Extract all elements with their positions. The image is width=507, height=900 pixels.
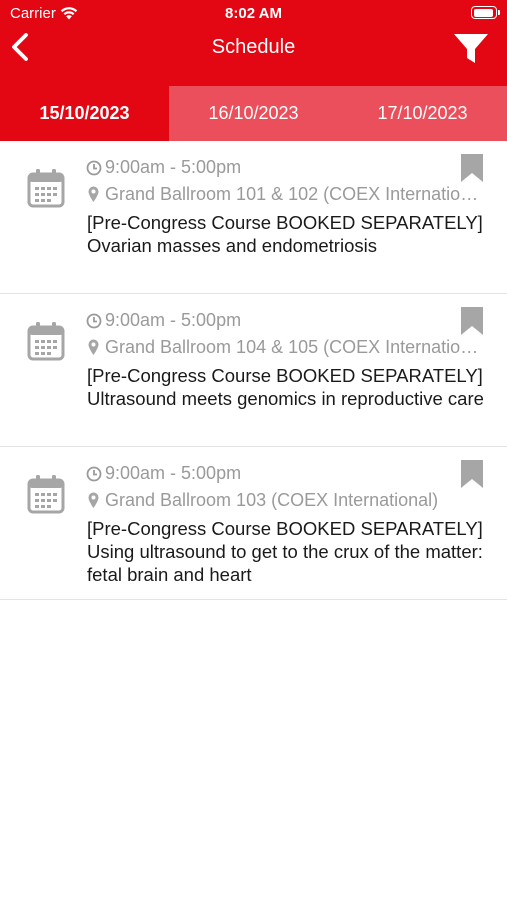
session-item[interactable]: 9:00am - 5:00pm Grand Ballroom 103 (COEX… [0,447,507,600]
session-location: Grand Ballroom 103 (COEX International) [88,490,488,511]
session-location-text: Grand Ballroom 101 & 102 (COEX Internati… [105,184,488,204]
page-title: Schedule [211,36,296,58]
status-time: 8:02 AM [225,5,282,22]
calendar-icon [27,475,65,514]
location-pin-icon [88,339,99,355]
bookmark-icon[interactable] [461,154,483,182]
calendar-icon [27,322,65,361]
calendar-icon [27,169,65,208]
session-time: 9:00am - 5:00pm [86,463,241,484]
bookmark-icon[interactable] [461,460,483,488]
session-time: 9:00am - 5:00pm [86,310,241,331]
tab-15-10-2023[interactable]: 15/10/2023 [0,86,169,141]
session-title: [Pre-Congress Course BOOKED SEPARATELY] … [87,212,483,256]
clock-icon [86,466,102,481]
session-location: Grand Ballroom 104 & 105 (COEX Internati… [88,337,488,358]
filter-button[interactable] [453,32,489,66]
session-item[interactable]: 9:00am - 5:00pm Grand Ballroom 104 & 105… [0,294,507,447]
clock-icon [86,313,102,328]
session-location-text: Grand Ballroom 103 (COEX International) [105,490,439,510]
filter-icon [454,34,488,63]
location-pin-icon [88,186,99,202]
session-time-text: 9:00am - 5:00pm [105,463,242,483]
tab-16-10-2023[interactable]: 16/10/2023 [169,86,338,141]
session-time: 9:00am - 5:00pm [86,157,241,178]
session-item[interactable]: 9:00am - 5:00pm Grand Ballroom 101 & 102… [0,141,507,294]
location-pin-icon [88,492,99,508]
session-title: [Pre-Congress Course BOOKED SEPARATELY] … [87,365,484,409]
date-tabs: 15/10/2023 16/10/2023 17/10/2023 [0,86,507,141]
session-time-text: 9:00am - 5:00pm [105,157,242,177]
header: Carrier 8:02 AM Schedule [0,0,507,86]
battery-icon [471,6,500,19]
schedule-screen: Carrier 8:02 AM Schedule 15/10/2023 16/1… [0,0,507,900]
session-list: 9:00am - 5:00pm Grand Ballroom 101 & 102… [0,141,507,600]
session-title: [Pre-Congress Course BOOKED SEPARATELY] … [87,518,483,585]
status-bar: Carrier 8:02 AM [0,0,507,28]
bookmark-icon[interactable] [461,307,483,335]
nav-bar: Schedule [0,28,507,72]
clock-icon [86,160,102,175]
session-location-text: Grand Ballroom 104 & 105 (COEX Internati… [105,337,488,357]
session-location: Grand Ballroom 101 & 102 (COEX Internati… [88,184,488,205]
session-time-text: 9:00am - 5:00pm [105,310,242,330]
tab-17-10-2023[interactable]: 17/10/2023 [338,86,507,141]
